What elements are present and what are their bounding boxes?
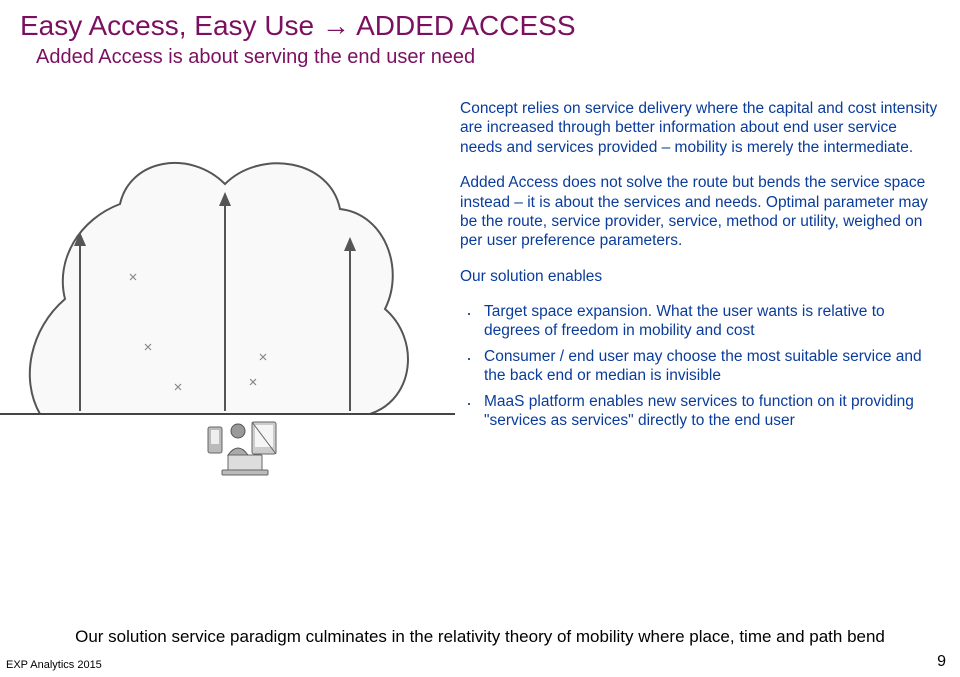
list-item: Consumer / end user may choose the most … <box>484 347 942 386</box>
blob-outline-icon <box>30 163 408 414</box>
concept-paragraph: Concept relies on service delivery where… <box>460 99 942 157</box>
added-access-paragraph: Added Access does not solve the route bu… <box>460 173 942 251</box>
page-number: 9 <box>937 653 946 671</box>
bottom-statement: Our solution service paradigm culminates… <box>20 627 940 647</box>
device-cluster-icon <box>208 422 276 475</box>
enables-label: Our solution enables <box>460 267 942 286</box>
text-column: Concept relies on service delivery where… <box>460 99 960 519</box>
bullet-list: Target space expansion. What the user wa… <box>460 302 942 430</box>
list-item: MaaS platform enables new services to fu… <box>484 392 942 431</box>
list-item: Target space expansion. What the user wa… <box>484 302 942 341</box>
footer-copyright: EXP Analytics 2015 <box>6 659 102 671</box>
slide-title: Easy Access, Easy Use → ADDED ACCESS <box>0 0 960 46</box>
slide-subtitle: Added Access is about serving the end us… <box>0 46 960 69</box>
service-space-diagram <box>0 99 460 519</box>
diagram-illustration <box>0 99 460 519</box>
